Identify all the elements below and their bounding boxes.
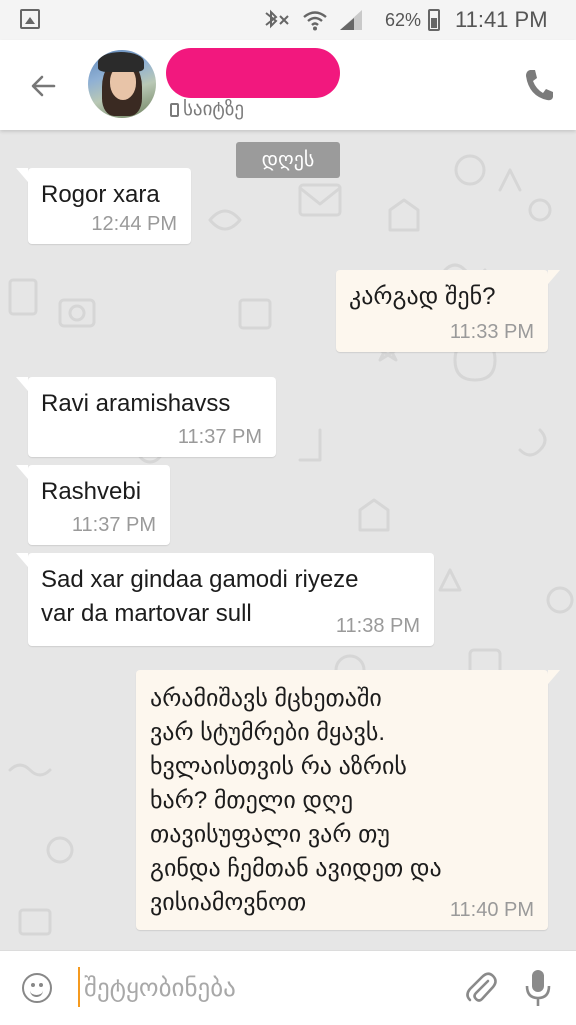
conversation-header: საიტზე	[0, 40, 576, 130]
phone-call-icon	[526, 70, 553, 101]
gallery-icon	[20, 9, 40, 29]
status-bar: 62% 11:41 PM	[0, 0, 576, 40]
message-text: Rogor xara	[41, 181, 160, 208]
microphone-button[interactable]	[522, 967, 554, 1009]
attach-icon	[466, 972, 497, 1002]
wifi-icon	[303, 11, 327, 31]
contact-status-text: საიტზე	[183, 99, 244, 120]
message-time: 11:40 PM	[449, 899, 534, 921]
message-text: არამიშავს მცხეთაში ვარ სტუმრები მყავს. ხ…	[150, 685, 442, 916]
battery-percent: 62%	[385, 10, 422, 30]
message-input[interactable]	[82, 963, 446, 1013]
attach-button[interactable]	[462, 969, 500, 1007]
message-bubble-incoming[interactable]: Rashvebi 11:37 PM	[16, 465, 170, 545]
microphone-icon	[525, 970, 551, 1006]
battery-icon	[428, 9, 440, 31]
message-bubble-incoming[interactable]: Sad xar gindaa gamodi riyeze var da mart…	[16, 553, 434, 646]
contact-online-status: საიტზე	[170, 98, 244, 121]
message-text: კარგად შენ?	[349, 283, 496, 310]
message-bubble-incoming[interactable]: Ravi aramishavss 11:37 PM	[16, 377, 276, 457]
message-time: 11:37 PM	[177, 426, 262, 448]
back-arrow-icon	[31, 75, 56, 97]
message-composer	[0, 950, 576, 1025]
message-bubble-outgoing[interactable]: არამიშავს მცხეთაში ვარ სტუმრები მყავს. ხ…	[136, 670, 560, 930]
avatar-hat	[98, 52, 144, 72]
message-list[interactable]: დღეს Rogor xara 12:44 PM კარგად შენ? 11:…	[0, 130, 576, 950]
message-text: Sad xar gindaa gamodi riyeze var da mart…	[41, 566, 359, 627]
date-separator: დღეს	[236, 142, 340, 178]
message-time: 11:37 PM	[71, 514, 156, 536]
back-button[interactable]	[22, 64, 66, 108]
mobile-phone-icon	[170, 102, 179, 117]
message-time: 11:33 PM	[449, 321, 534, 343]
emoji-icon[interactable]	[22, 973, 52, 1003]
message-time: 12:44 PM	[91, 213, 177, 235]
call-button[interactable]	[522, 66, 556, 104]
message-text: Rashvebi	[41, 478, 142, 505]
text-cursor	[78, 967, 80, 1007]
status-icons	[262, 8, 364, 32]
contact-avatar[interactable]	[88, 50, 156, 118]
clock-time: 11:41 PM	[455, 7, 548, 32]
signal-icon	[340, 10, 362, 30]
message-bubble-incoming[interactable]: Rogor xara 12:44 PM	[16, 168, 191, 244]
message-text: Ravi aramishavss	[41, 390, 231, 417]
message-time: 11:38 PM	[335, 615, 420, 637]
contact-name-redacted[interactable]	[166, 48, 340, 98]
message-bubble-outgoing[interactable]: კარგად შენ? 11:33 PM	[336, 270, 560, 352]
bluetooth-mute-icon	[265, 9, 289, 29]
